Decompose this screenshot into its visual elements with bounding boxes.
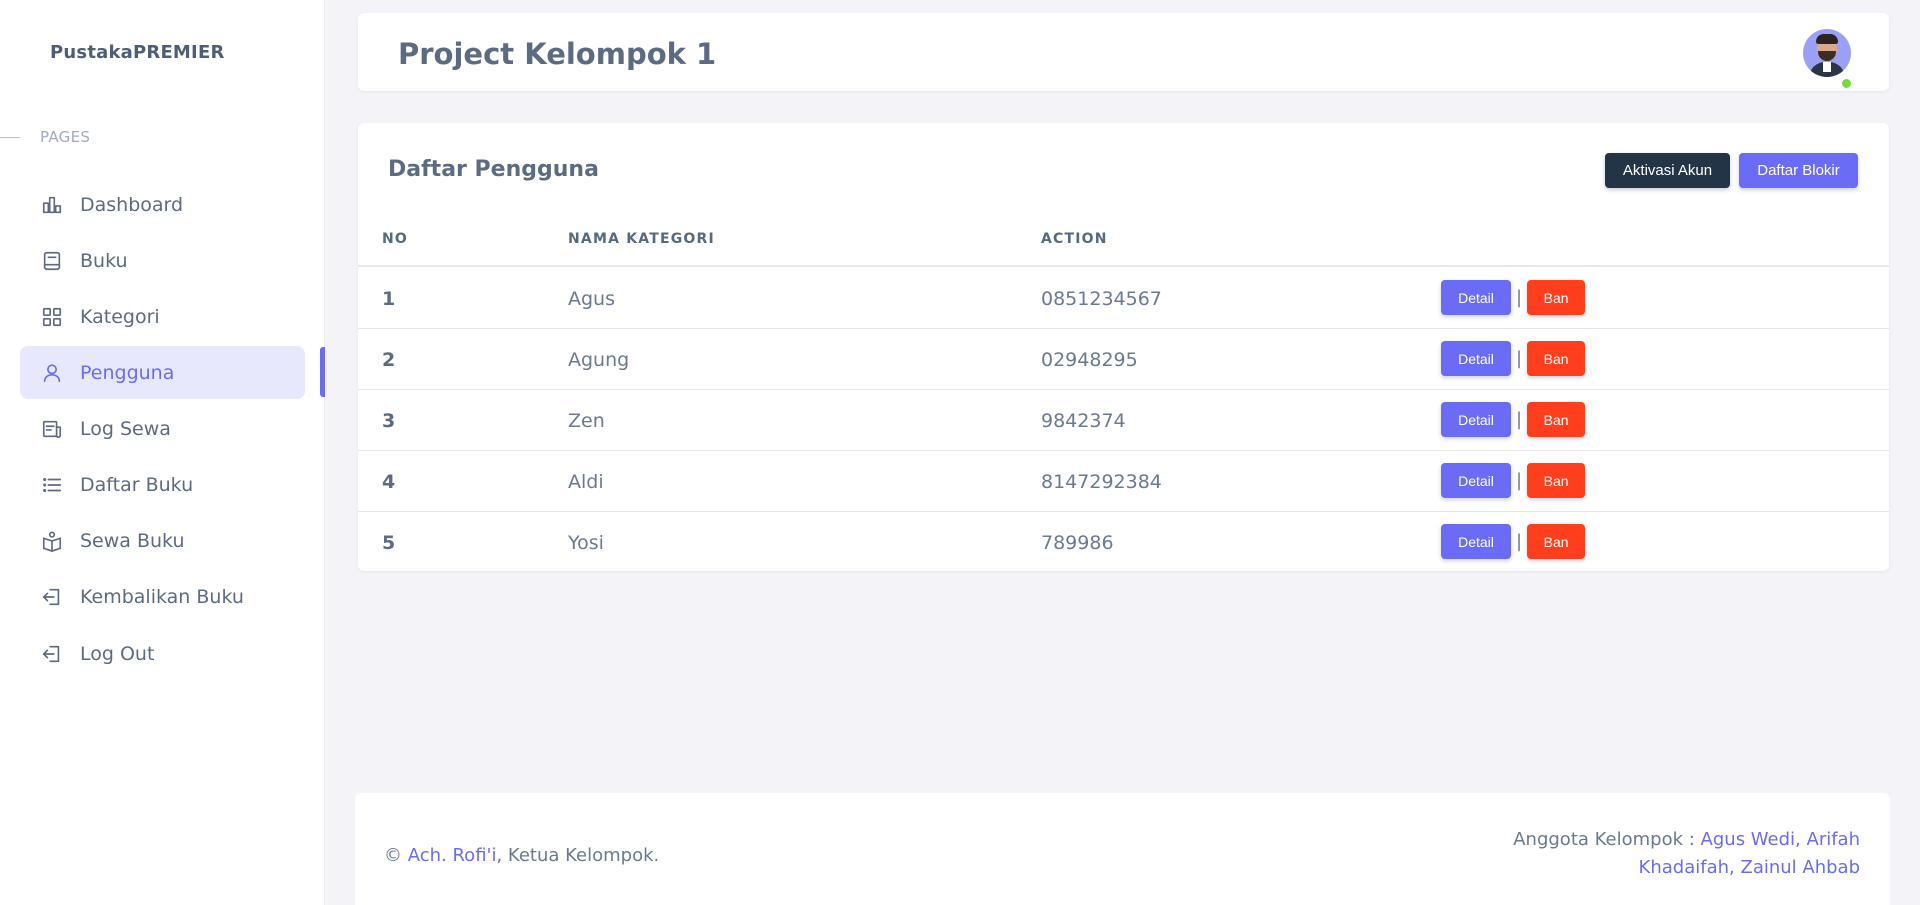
user-icon [40, 361, 64, 385]
sidebar-item-label: Daftar Buku [80, 473, 194, 496]
table-row: 4 Aldi 8147292384 Detail | Ban [358, 451, 1889, 512]
ban-button[interactable]: Ban [1527, 524, 1586, 559]
list-icon [40, 473, 64, 497]
avatar[interactable] [1803, 29, 1851, 77]
row-name: Yosi [568, 532, 604, 554]
row-number: 1 [382, 288, 396, 310]
action-separator: | [1516, 348, 1523, 369]
sidebar-item-label: Sewa Buku [80, 529, 185, 552]
sidebar-item-pengguna[interactable]: Pengguna [20, 346, 305, 399]
sidebar-item-label: Kategori [80, 305, 160, 328]
page-title: Project Kelompok 1 [398, 37, 717, 71]
row-phone: 0851234567 [1041, 288, 1162, 310]
sidebar-item-kembalikan-buku[interactable]: Kembalikan Buku [20, 570, 305, 623]
row-actions: Detail | Ban [1441, 463, 1586, 498]
log-in-icon [40, 585, 64, 609]
row-name: Zen [568, 410, 605, 432]
action-separator: | [1516, 470, 1523, 491]
footer-members: Anggota Kelompok : Agus Wedi, Arifah Kha… [1440, 826, 1860, 882]
active-indicator [320, 347, 325, 397]
detail-button[interactable]: Detail [1441, 402, 1511, 437]
table-row: 1 Agus 0851234567 Detail | Ban [358, 268, 1889, 329]
leader-suffix: , Ketua Kelompok. [496, 845, 660, 866]
detail-button[interactable]: Detail [1441, 280, 1511, 315]
row-actions: Detail | Ban [1441, 280, 1586, 315]
member-link[interactable]: Zainul Ahbab [1740, 857, 1860, 878]
table-row: 3 Zen 9842374 Detail | Ban [358, 390, 1889, 451]
row-phone: 02948295 [1041, 349, 1138, 371]
sidebar-item-label: Buku [80, 249, 128, 272]
sidebar-item-label: Pengguna [80, 361, 175, 384]
action-separator: | [1516, 531, 1523, 552]
row-phone: 9842374 [1041, 410, 1126, 432]
action-separator: | [1516, 287, 1523, 308]
log-out-icon [40, 642, 64, 666]
table-row: 2 Agung 02948295 Detail | Ban [358, 329, 1889, 390]
detail-button[interactable]: Detail [1441, 524, 1511, 559]
ban-button[interactable]: Ban [1527, 402, 1586, 437]
members-separator: , [1729, 857, 1741, 878]
sidebar-item-label: Log Out [80, 642, 155, 665]
book-open-icon [40, 529, 64, 553]
column-header-action: ACTION [1041, 231, 1108, 247]
detail-button[interactable]: Detail [1441, 463, 1511, 498]
leader-link[interactable]: Ach. Rofi'i [408, 845, 497, 866]
sidebar-section-header: PAGES [0, 128, 325, 148]
row-actions: Detail | Ban [1441, 524, 1586, 559]
bar-chart-icon [40, 193, 64, 217]
row-actions: Detail | Ban [1441, 402, 1586, 437]
row-number: 2 [382, 349, 396, 371]
ban-button[interactable]: Ban [1527, 280, 1586, 315]
sidebar-item-kategori[interactable]: Kategori [20, 290, 305, 343]
blocklist-button[interactable]: Daftar Blokir [1739, 153, 1858, 188]
row-actions: Detail | Ban [1441, 341, 1586, 376]
sidebar-item-buku[interactable]: Buku [20, 234, 305, 287]
table-row: 5 Yosi 789986 Detail | Ban [358, 512, 1889, 573]
column-header-no: NO [382, 231, 409, 247]
copyright-symbol: © [384, 845, 402, 866]
grid-icon [40, 305, 64, 329]
members-label: Anggota Kelompok : [1513, 829, 1695, 850]
sidebar-item-log-sewa[interactable]: Log Sewa [20, 402, 305, 455]
members-separator: , [1795, 829, 1807, 850]
footer: © Ach. Rofi'i, Ketua Kelompok. Anggota K… [355, 793, 1890, 905]
member-link[interactable]: Agus Wedi [1701, 829, 1796, 850]
sidebar-item-label: Dashboard [80, 193, 184, 216]
row-phone: 8147292384 [1041, 471, 1162, 493]
online-status-dot [1840, 77, 1853, 90]
section-divider [0, 137, 20, 138]
row-name: Agung [568, 349, 630, 371]
detail-button[interactable]: Detail [1441, 341, 1511, 376]
book-icon [40, 249, 64, 273]
users-card: Daftar Pengguna Aktivasi Akun Daftar Blo… [358, 123, 1889, 571]
sidebar-item-dashboard[interactable]: Dashboard [20, 178, 305, 231]
card-title: Daftar Pengguna [388, 157, 599, 182]
row-number: 4 [382, 471, 396, 493]
ban-button[interactable]: Ban [1527, 463, 1586, 498]
avatar-collar [1823, 62, 1831, 72]
column-header-name: NAMA KATEGORI [568, 231, 715, 247]
avatar-hair [1816, 34, 1838, 44]
sidebar-item-label: Log Sewa [80, 417, 171, 440]
sidebar-item-label: Kembalikan Buku [80, 585, 244, 608]
sidebar-item-log-out[interactable]: Log Out [20, 627, 305, 680]
ban-button[interactable]: Ban [1527, 341, 1586, 376]
row-number: 3 [382, 410, 396, 432]
section-label: PAGES [40, 128, 91, 146]
sidebar: PustakaPREMIER PAGES Dashboard Buku Kate… [0, 0, 325, 905]
row-number: 5 [382, 532, 396, 554]
table-header: NO NAMA KATEGORI ACTION [358, 211, 1889, 267]
sidebar-item-sewa-buku[interactable]: Sewa Buku [20, 514, 305, 567]
top-navbar: Project Kelompok 1 [358, 13, 1889, 91]
action-separator: | [1516, 409, 1523, 430]
receipt-icon [40, 417, 64, 441]
footer-credit: © Ach. Rofi'i, Ketua Kelompok. [384, 845, 659, 866]
row-phone: 789986 [1041, 532, 1114, 554]
row-name: Agus [568, 288, 615, 310]
row-name: Aldi [568, 471, 604, 493]
brand-logo[interactable]: PustakaPREMIER [50, 42, 225, 63]
activate-account-button[interactable]: Aktivasi Akun [1605, 153, 1730, 188]
sidebar-item-daftar-buku[interactable]: Daftar Buku [20, 458, 305, 511]
